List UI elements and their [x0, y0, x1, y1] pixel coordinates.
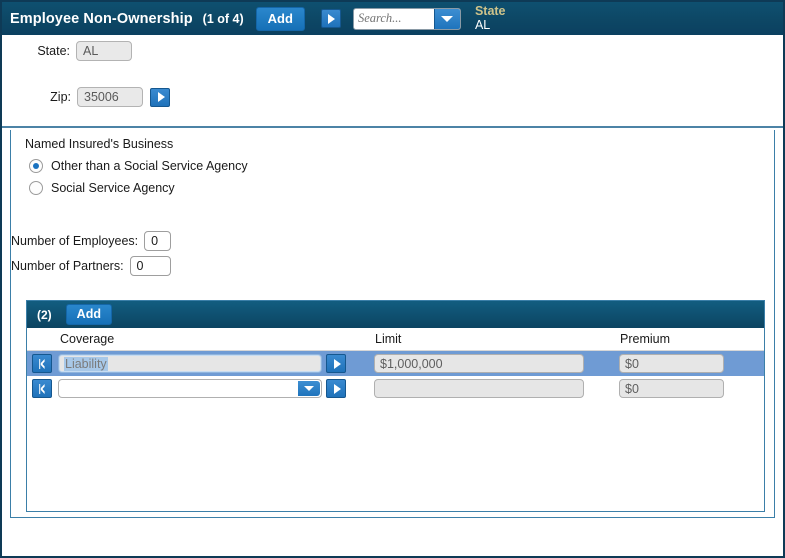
- zip-field[interactable]: 35006: [77, 87, 143, 107]
- grid-add-button[interactable]: Add: [65, 303, 112, 326]
- state-indicator: State AL: [474, 4, 506, 32]
- state-value: AL: [474, 17, 491, 32]
- application-window: Employee Non-Ownership (1 of 4) Add Stat…: [0, 0, 785, 558]
- partners-label: Number of Partners:: [11, 259, 124, 273]
- grid-header-row: Coverage Limit Premium: [27, 328, 764, 351]
- panel-legend: Named Insured's Business: [25, 137, 174, 151]
- state-field-row: State: AL: [2, 41, 132, 61]
- radio-label: Social Service Agency: [51, 181, 175, 195]
- partners-field-row: Number of Partners: 0: [11, 256, 171, 276]
- limit-input[interactable]: $1,000,000: [374, 354, 584, 373]
- state-label: State: [474, 4, 506, 18]
- coverage-value: Liability: [64, 356, 108, 371]
- table-row[interactable]: Liability $1,000,000 $0: [27, 351, 764, 376]
- page-title: Employee Non-Ownership: [10, 10, 193, 27]
- record-counter: (1 of 4): [202, 11, 244, 26]
- previous-record-icon[interactable]: [32, 354, 52, 373]
- add-button[interactable]: Add: [255, 6, 305, 31]
- coverage-grid: (2) Add Coverage Limit Premium Liability: [26, 300, 765, 512]
- play-arrow-icon[interactable]: [320, 9, 341, 28]
- coverage-go-play-arrow-icon[interactable]: [326, 379, 346, 398]
- previous-record-icon[interactable]: [32, 379, 52, 398]
- chevron-down-icon[interactable]: [298, 381, 320, 396]
- state-field[interactable]: AL: [76, 41, 132, 61]
- named-insured-business-panel: Named Insured's Business Other than a So…: [10, 130, 775, 518]
- radio-button-unselected[interactable]: [29, 181, 43, 195]
- partners-input[interactable]: 0: [129, 256, 171, 276]
- column-header-limit: Limit: [375, 332, 402, 346]
- employees-label: Number of Employees:: [11, 234, 139, 248]
- coverage-go-play-arrow-icon[interactable]: [326, 354, 346, 373]
- premium-input[interactable]: $0: [619, 354, 724, 373]
- radio-button-selected[interactable]: [29, 159, 43, 173]
- radio-label: Other than a Social Service Agency: [51, 159, 248, 173]
- radio-option-other-than-social-service-agency[interactable]: Other than a Social Service Agency: [29, 159, 248, 173]
- chevron-down-icon[interactable]: [433, 8, 460, 29]
- employees-field-row: Number of Employees: 0: [11, 231, 171, 251]
- zip-field-row: Zip: 35006: [2, 87, 170, 107]
- premium-input[interactable]: $0: [619, 379, 724, 398]
- column-header-premium: Premium: [620, 332, 671, 346]
- search-box[interactable]: [352, 7, 461, 30]
- state-field-label: State:: [37, 44, 70, 58]
- coverage-input[interactable]: Liability: [58, 354, 322, 373]
- coverage-select[interactable]: [58, 379, 322, 398]
- radio-option-social-service-agency[interactable]: Social Service Agency: [29, 181, 175, 195]
- search-input[interactable]: [353, 8, 434, 29]
- employees-input[interactable]: 0: [144, 231, 171, 251]
- grid-row-count: (2): [37, 307, 52, 322]
- table-row[interactable]: $0: [27, 376, 764, 401]
- title-bar: Employee Non-Ownership (1 of 4) Add Stat…: [2, 2, 783, 35]
- top-form-area: State: AL Zip: 35006: [2, 35, 783, 127]
- limit-input[interactable]: [374, 379, 584, 398]
- section-divider: [2, 126, 783, 128]
- grid-toolbar: (2) Add: [27, 301, 764, 328]
- column-header-coverage: Coverage: [60, 332, 115, 346]
- zip-field-label: Zip:: [50, 90, 71, 104]
- zip-lookup-play-arrow-icon[interactable]: [150, 87, 170, 107]
